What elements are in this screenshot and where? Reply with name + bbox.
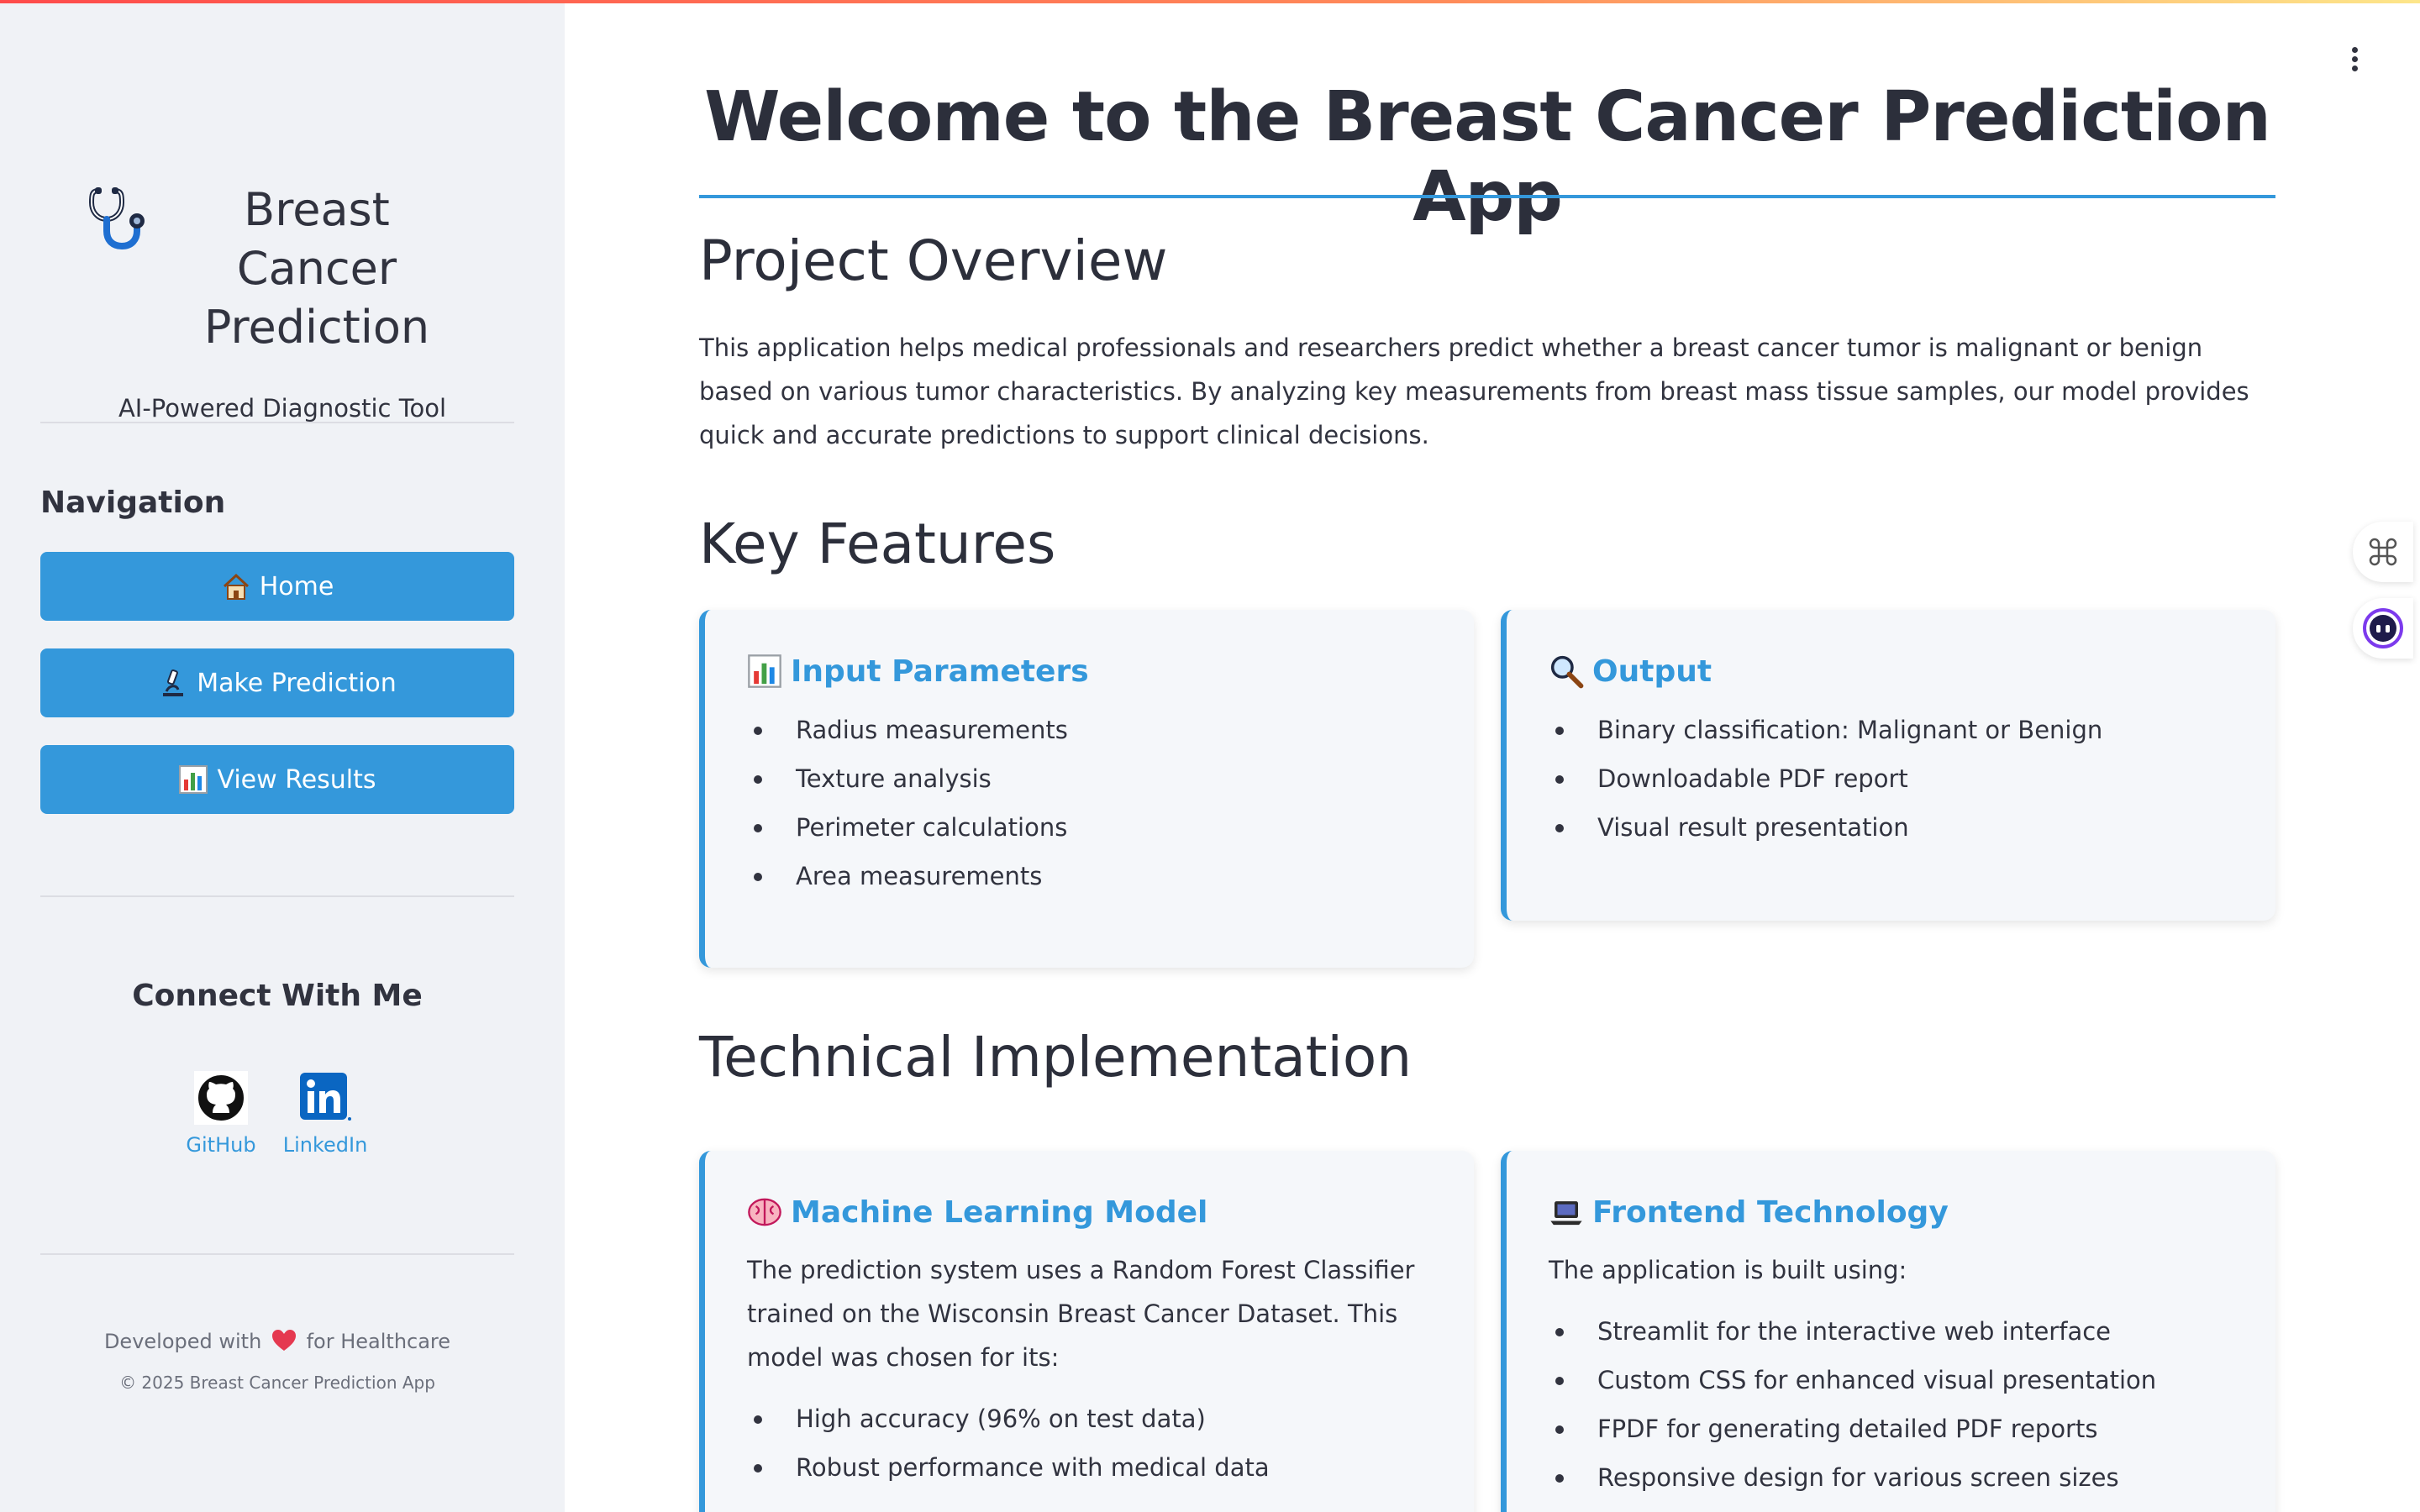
make-prediction-label: Make Prediction (197, 668, 397, 698)
project-overview-heading: Project Overview (699, 228, 1168, 293)
feature-list: Streamlit for the interactive web interf… (1549, 1307, 2233, 1502)
microscope-icon (163, 669, 184, 696)
make-prediction-button[interactable]: Make Prediction (40, 648, 514, 717)
list-item: Downloadable PDF report (1549, 754, 2233, 803)
card-title-text: Input Parameters (791, 654, 1089, 689)
card-title: Machine Learning Model (747, 1194, 1432, 1230)
list-item: Custom CSS for enhanced visual presentat… (1549, 1356, 2233, 1404)
kebab-dot (2351, 66, 2358, 71)
page-title: Welcome to the Breast Cancer Prediction … (704, 77, 2271, 237)
list-item: Perimeter calculations (747, 803, 1432, 852)
title-underline (699, 195, 2275, 198)
list-item: Responsive design for various screen siz… (1549, 1453, 2233, 1502)
feature-list: High accuracy (96% on test data) Robust … (747, 1394, 1432, 1492)
nav-heading: Navigation (40, 486, 226, 520)
house-icon (223, 573, 249, 600)
brand: Breast Cancer Prediction AI-Powered Diag… (40, 181, 524, 423)
technical-implementation-heading: Technical Implementation (699, 1025, 1413, 1089)
footer-suffix: for Healthcare (306, 1330, 451, 1353)
list-item: Binary classification: Malignant or Beni… (1549, 706, 2233, 754)
list-item: Radius measurements (747, 706, 1432, 754)
top-decoration-bar (0, 0, 2420, 3)
bar-chart-icon (179, 765, 208, 794)
list-item: FPDF for generating detailed PDF reports (1549, 1404, 2233, 1453)
sidebar: Breast Cancer Prediction AI-Powered Diag… (0, 0, 565, 1512)
home-button-label: Home (259, 571, 334, 601)
stethoscope-icon (88, 187, 145, 250)
kebab-dot (2351, 47, 2358, 53)
command-icon (2369, 538, 2397, 566)
bar-chart-icon (748, 654, 781, 688)
list-item: Area measurements (747, 852, 1432, 900)
card-title-text: Output (1592, 654, 1712, 689)
github-label: GitHub (186, 1133, 256, 1157)
list-item: Visual result presentation (1549, 803, 2233, 852)
laptop-icon (1550, 1201, 1582, 1226)
heart-icon (271, 1330, 296, 1351)
feature-card-output: Output Binary classification: Malignant … (1501, 610, 2275, 921)
card-title: Frontend Technology (1549, 1194, 2233, 1230)
linkedin-label: LinkedIn (282, 1133, 368, 1157)
footer-credit: Developed with for Healthcare (40, 1329, 514, 1353)
card-text: The prediction system uses a Random Fore… (747, 1256, 1415, 1372)
assistant-icon (2363, 608, 2403, 648)
list-item: Streamlit for the interactive web interf… (1549, 1307, 2233, 1356)
project-overview-text: This application helps medical professio… (699, 333, 2249, 449)
view-results-button[interactable]: View Results (40, 745, 514, 814)
list-item: Texture analysis (747, 754, 1432, 803)
card-title-text: Machine Learning Model (791, 1194, 1208, 1230)
connect-heading: Connect With Me (132, 979, 423, 1013)
main-content: Welcome to the Breast Cancer Prediction … (565, 0, 2420, 1512)
copyright: © 2025 Breast Cancer Prediction App (119, 1373, 435, 1393)
feature-list: Radius measurements Texture analysis Per… (747, 706, 1432, 900)
card-title-text: Frontend Technology (1592, 1194, 1949, 1230)
footer-prefix: Developed with (103, 1330, 262, 1353)
magnifier-icon (1550, 655, 1584, 689)
shortcut-button[interactable] (2353, 522, 2413, 582)
sidebar-divider (40, 895, 514, 897)
brain-icon (748, 1198, 781, 1226)
key-features-heading: Key Features (699, 512, 1056, 576)
app-brand-title: Breast Cancer Prediction (203, 183, 430, 354)
tech-card-frontend: Frontend Technology The application is b… (1501, 1151, 2275, 1512)
linkedin-icon (300, 1073, 351, 1121)
linkedin-link[interactable]: LinkedIn (266, 1071, 384, 1157)
view-results-label: View Results (217, 764, 376, 795)
sidebar-divider (40, 1253, 514, 1255)
tech-card-ml-model: Machine Learning Model The prediction sy… (699, 1151, 1474, 1512)
github-link[interactable]: GitHub (162, 1071, 280, 1157)
feature-list: Binary classification: Malignant or Beni… (1549, 706, 2233, 852)
list-item: Robust performance with medical data (747, 1443, 1432, 1492)
sidebar-divider (40, 422, 514, 423)
app-subtitle: AI-Powered Diagnostic Tool (118, 394, 447, 423)
card-text: The application is built using: (1549, 1256, 1907, 1284)
main-menu-button[interactable] (2344, 47, 2365, 72)
github-icon (194, 1071, 248, 1125)
card-title: Input Parameters (747, 654, 1432, 689)
list-item: High accuracy (96% on test data) (747, 1394, 1432, 1443)
home-button[interactable]: Home (40, 552, 514, 621)
feature-card-input-parameters: Input Parameters Radius measurements Tex… (699, 610, 1474, 968)
kebab-dot (2351, 56, 2358, 62)
card-title: Output (1549, 654, 2233, 689)
assistant-button[interactable] (2353, 598, 2413, 659)
